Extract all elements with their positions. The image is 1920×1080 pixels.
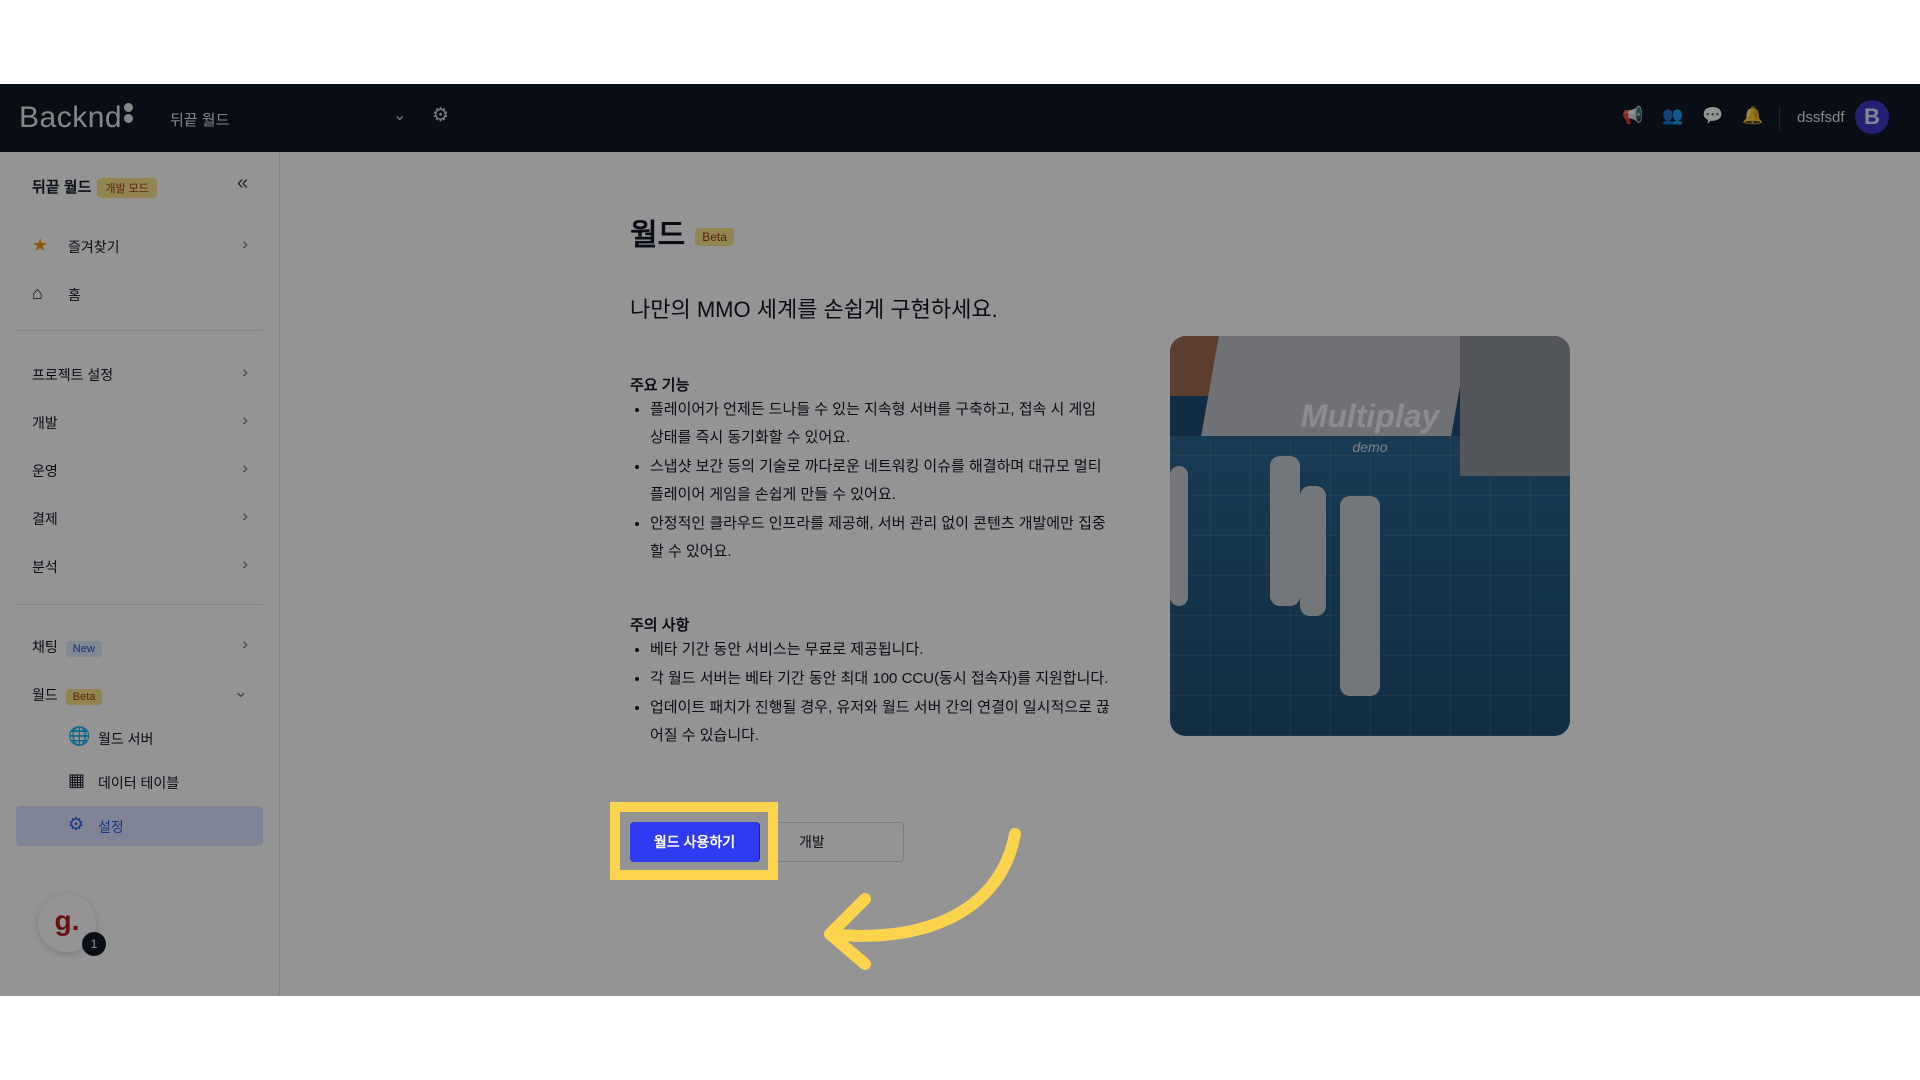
megaphone-icon[interactable]: 📢: [1622, 106, 1643, 126]
gear-icon: ⚙: [68, 814, 85, 834]
chevron-right-icon: ›: [242, 634, 248, 653]
users-icon[interactable]: 👥: [1662, 106, 1683, 126]
username[interactable]: dssfsdf: [1797, 109, 1845, 126]
sidebar: 뒤끝 월드 개발 모드 « ★ 즐겨찾기 › ⌂ 홈 프로젝트 설정 › 개발 ›…: [0, 152, 280, 996]
list-item: 스냅샷 보간 등의 기술로 까다로운 네트워킹 이슈를 해결하며 대규모 멀티 …: [650, 453, 1110, 509]
top-bar: Backnd 뒤끝 월드 ⌄ ⚙ 📢 👥 💬 🔔 dssfsdf B: [0, 84, 1920, 152]
chevron-right-icon: ›: [242, 234, 248, 253]
list-item: 안정적인 클라우드 인프라를 제공해, 서버 관리 없이 콘텐츠 개발에만 집중…: [650, 510, 1110, 566]
sidebar-item-payment[interactable]: 결제 ›: [32, 506, 248, 528]
chevron-right-icon: ›: [242, 554, 248, 573]
robot-figure: [1300, 486, 1326, 616]
project-selector-label[interactable]: 뒤끝 월드: [170, 109, 229, 130]
sidebar-item-analytics[interactable]: 분석 ›: [32, 554, 248, 576]
table-icon: ▦: [68, 770, 86, 790]
list-item: 업데이트 패치가 진행될 경우, 유저와 월드 서버 간의 연결이 일시적으로 …: [650, 694, 1110, 750]
robot-figure: [1170, 466, 1188, 606]
pointer-arrow-icon: [824, 828, 1021, 970]
beta-badge: Beta: [65, 689, 103, 705]
notes-list: 베타 기간 동안 서비스는 무료로 제공됩니다. 각 월드 서버는 베타 기간 …: [630, 636, 1110, 751]
sidebar-item-project-settings[interactable]: 프로젝트 설정 ›: [32, 362, 248, 384]
active-item-background: [16, 806, 263, 846]
gear-icon[interactable]: ⚙: [432, 104, 449, 127]
page-subtitle: 나만의 MMO 세계를 손쉽게 구현하세요.: [630, 297, 998, 322]
chevron-right-icon: ›: [242, 506, 248, 525]
backnd-logo[interactable]: Backnd: [19, 101, 134, 135]
hero-title: Multiplay: [1300, 398, 1440, 434]
globe-icon: 🌐: [68, 726, 91, 746]
chevron-down-icon[interactable]: ⌄: [393, 105, 406, 125]
star-icon: ★: [32, 235, 49, 255]
notes-heading: 주의 사항: [630, 617, 690, 634]
sidebar-item-ops[interactable]: 운영 ›: [32, 458, 248, 480]
list-item: 베타 기간 동안 서비스는 무료로 제공됩니다.: [650, 636, 1110, 664]
chevron-right-icon: ›: [242, 458, 248, 477]
notification-count-badge: 1: [82, 932, 106, 956]
divider: [1779, 106, 1780, 130]
features-list: 플레이어가 언제든 드나들 수 있는 지속형 서버를 구축하고, 접속 시 게임…: [630, 396, 1110, 567]
collapse-sidebar-icon[interactable]: «: [237, 172, 248, 195]
home-icon: ⌂: [32, 283, 43, 303]
list-item: 각 월드 서버는 베타 기간 동안 최대 100 CCU(동시 접속자)를 지원…: [650, 665, 1110, 693]
divider: [16, 330, 263, 331]
new-badge: New: [65, 641, 102, 657]
app-frame: Backnd 뒤끝 월드 ⌄ ⚙ 📢 👥 💬 🔔 dssfsdf B 뒤끝 월드…: [0, 84, 1920, 996]
bell-icon[interactable]: 🔔: [1742, 106, 1763, 126]
beta-badge: Beta: [695, 228, 734, 247]
mode-badge: 개발 모드: [97, 178, 157, 199]
list-item: 플레이어가 언제든 드나들 수 있는 지속형 서버를 구축하고, 접속 시 게임…: [650, 396, 1110, 452]
sidebar-item-world[interactable]: 월드 Beta ⌄: [32, 682, 248, 705]
divider: [16, 604, 263, 605]
highlighted-use-world-button[interactable]: 월드 사용하기: [630, 822, 759, 862]
sidebar-item-home[interactable]: ⌂ 홈: [32, 283, 248, 304]
sidebar-item-chat[interactable]: 채팅 New ›: [32, 634, 248, 657]
sidebar-project-title: 뒤끝 월드 개발 모드: [32, 176, 157, 199]
features-heading: 주요 기능: [630, 377, 690, 394]
chevron-down-icon: ⌄: [233, 682, 248, 701]
chat-icon[interactable]: 💬: [1702, 106, 1723, 126]
avatar[interactable]: B: [1855, 100, 1889, 134]
robot-figure: [1340, 496, 1380, 696]
page-title: 월드 Beta: [630, 210, 734, 254]
sidebar-item-favorites[interactable]: ★ 즐겨찾기 ›: [32, 234, 248, 256]
chevron-right-icon: ›: [242, 410, 248, 429]
multiplay-demo-image: Multiplay demo: [1170, 336, 1570, 736]
chevron-right-icon: ›: [242, 362, 248, 381]
sidebar-item-dev[interactable]: 개발 ›: [32, 410, 248, 432]
hero-subtitle: demo: [1352, 439, 1388, 455]
robot-figure: [1270, 456, 1300, 606]
main-content: 월드Beta 나만의 MMO 세계를 손쉽게 구현하세요. 주요 기능 플레이어…: [280, 152, 1920, 996]
